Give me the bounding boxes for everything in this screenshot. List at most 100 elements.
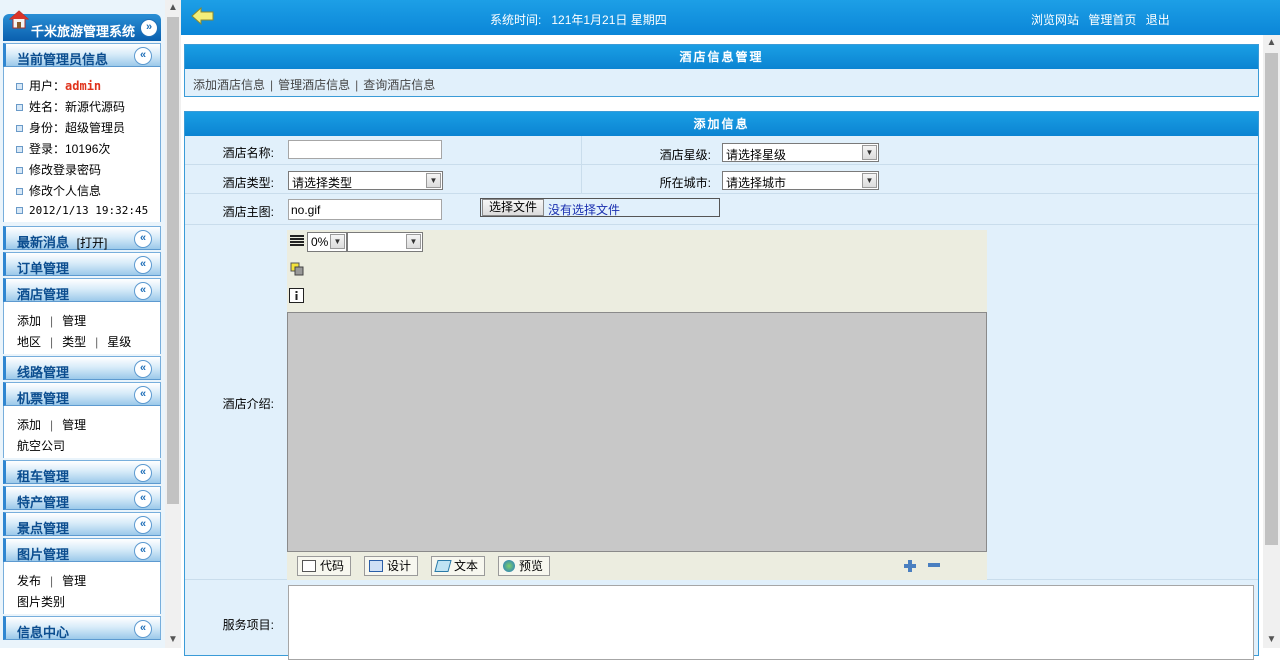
browse-site-link[interactable]: 浏览网站 bbox=[1031, 13, 1079, 27]
form-row-name-star: 酒店名称: 酒店星级: 请选择星级 ▼ bbox=[185, 136, 1258, 165]
change-info-link[interactable]: 修改个人信息 bbox=[16, 182, 101, 199]
admin-name: 姓名：新源代源码 bbox=[16, 98, 125, 115]
plus-icon[interactable] bbox=[904, 560, 916, 572]
routes-title: 线路管理 bbox=[17, 365, 70, 380]
collapse-icon[interactable]: « bbox=[134, 464, 152, 482]
minus-icon[interactable] bbox=[928, 562, 940, 568]
tickets-links-row1: 添加 | 管理 bbox=[17, 418, 87, 432]
news-toggle[interactable]: [打开] bbox=[77, 236, 108, 250]
hotel-manage-link[interactable]: 管理 bbox=[62, 314, 86, 328]
text-view-button[interactable]: 文本 bbox=[431, 556, 486, 576]
collapse-icon[interactable]: « bbox=[134, 542, 152, 560]
collapse-icon[interactable]: « bbox=[134, 47, 152, 65]
hotel-region-link[interactable]: 地区 bbox=[17, 335, 41, 349]
main-scrollbar[interactable]: ▲ ▼ bbox=[1263, 35, 1280, 648]
hotel-header[interactable]: 酒店管理 « bbox=[3, 278, 161, 302]
back-arrow-icon[interactable] bbox=[191, 7, 215, 25]
bullet-icon bbox=[16, 188, 23, 196]
bullet-icon bbox=[16, 83, 23, 91]
admin-info-header[interactable]: 当前管理员信息 « bbox=[3, 43, 161, 67]
design-view-button[interactable]: 设计 bbox=[364, 556, 419, 576]
code-icon bbox=[302, 560, 316, 572]
scenic-header[interactable]: 景点管理 « bbox=[3, 512, 161, 536]
hotel-name-input[interactable] bbox=[288, 140, 442, 159]
car-title: 租车管理 bbox=[17, 469, 70, 484]
images-links-row2: 图片类别 bbox=[17, 593, 65, 610]
images-publish-link[interactable]: 发布 bbox=[17, 574, 41, 588]
hotel-type-link[interactable]: 类型 bbox=[62, 335, 86, 349]
hotel-title: 酒店管理 bbox=[17, 287, 70, 302]
form-row-services: 服务项目: bbox=[185, 580, 1258, 660]
info-center-header[interactable]: 信息中心 « bbox=[3, 616, 161, 640]
services-label: 服务项目: bbox=[222, 618, 274, 632]
airline-link[interactable]: 航空公司 bbox=[17, 439, 65, 453]
app-header: 千米旅游管理系统 » bbox=[3, 10, 161, 41]
collapse-icon[interactable]: « bbox=[134, 282, 152, 300]
collapse-icon[interactable]: « bbox=[134, 490, 152, 508]
form-row-type-city: 酒店类型: 请选择类型 ▼ 所在城市: 请选择城市 ▼ bbox=[185, 165, 1258, 194]
highlight-icon[interactable] bbox=[290, 262, 304, 276]
editor-content-area[interactable] bbox=[287, 312, 987, 552]
choose-file-button[interactable]: 选择文件 bbox=[482, 199, 545, 216]
system-time-label: 系统时间: bbox=[490, 13, 542, 27]
image-category-link[interactable]: 图片类别 bbox=[17, 595, 65, 609]
code-view-button[interactable]: 代码 bbox=[297, 556, 352, 576]
info-icon[interactable] bbox=[289, 288, 304, 303]
scroll-down-icon[interactable]: ▼ bbox=[1263, 632, 1280, 648]
tickets-menu-body: 添加 | 管理 航空公司 bbox=[3, 406, 161, 458]
bullet-icon bbox=[16, 125, 23, 133]
admin-home-link[interactable]: 管理首页 bbox=[1088, 13, 1136, 27]
tickets-manage-link[interactable]: 管理 bbox=[62, 418, 86, 432]
scroll-up-icon[interactable]: ▲ bbox=[165, 0, 181, 16]
add-hotel-link[interactable]: 添加酒店信息 bbox=[193, 78, 265, 92]
hotel-add-link[interactable]: 添加 bbox=[17, 314, 41, 328]
manage-hotel-link[interactable]: 管理酒店信息 bbox=[278, 78, 350, 92]
zoom-select[interactable]: 0% ▼ bbox=[307, 232, 347, 252]
collapse-icon[interactable]: « bbox=[134, 620, 152, 638]
images-header[interactable]: 图片管理 « bbox=[3, 538, 161, 562]
routes-header[interactable]: 线路管理 « bbox=[3, 356, 161, 380]
info-center-title: 信息中心 bbox=[17, 625, 70, 640]
tickets-header[interactable]: 机票管理 « bbox=[3, 382, 161, 406]
collapse-icon[interactable]: « bbox=[134, 516, 152, 534]
collapse-all-icon[interactable]: » bbox=[140, 19, 158, 37]
collapse-icon[interactable]: « bbox=[134, 230, 152, 248]
hotel-links-row2: 地区 | 类型 | 星级 bbox=[17, 335, 132, 349]
hotel-type-select[interactable]: 请选择类型 ▼ bbox=[288, 171, 443, 190]
images-menu-body: 发布 | 管理 图片类别 bbox=[3, 562, 161, 614]
images-manage-link[interactable]: 管理 bbox=[62, 574, 86, 588]
change-password-link[interactable]: 修改登录密码 bbox=[16, 161, 101, 178]
hotel-city-select[interactable]: 请选择城市 ▼ bbox=[722, 171, 879, 190]
orders-header[interactable]: 订单管理 « bbox=[3, 252, 161, 276]
hotel-star-link[interactable]: 星级 bbox=[107, 335, 131, 349]
bullet-icon bbox=[16, 104, 23, 112]
format-select[interactable]: ▼ bbox=[347, 232, 423, 252]
preview-button[interactable]: 预览 bbox=[498, 556, 551, 576]
scroll-up-icon[interactable]: ▲ bbox=[1263, 35, 1280, 51]
hotel-info-panel: 酒店信息管理 添加酒店信息 | 管理酒店信息 | 查询酒店信息 bbox=[184, 44, 1259, 97]
hotel-star-select[interactable]: 请选择星级 ▼ bbox=[722, 143, 879, 162]
file-picker[interactable]: 选择文件 没有选择文件 bbox=[480, 198, 720, 217]
news-header[interactable]: 最新消息 [打开] « bbox=[3, 226, 161, 250]
align-icon[interactable] bbox=[290, 235, 304, 247]
services-textarea[interactable] bbox=[288, 585, 1254, 660]
sidebar-scroll-thumb[interactable] bbox=[167, 17, 179, 504]
column-divider bbox=[581, 165, 582, 193]
sidebar-scrollbar[interactable]: ▲ ▼ bbox=[165, 0, 181, 648]
hotel-image-input[interactable] bbox=[288, 199, 442, 220]
search-hotel-link[interactable]: 查询酒店信息 bbox=[363, 78, 435, 92]
specialty-title: 特产管理 bbox=[17, 495, 70, 510]
collapse-icon[interactable]: « bbox=[134, 256, 152, 274]
logout-link[interactable]: 退出 bbox=[1146, 13, 1170, 27]
admin-username: admin bbox=[65, 79, 102, 93]
specialty-header[interactable]: 特产管理 « bbox=[3, 486, 161, 510]
main-scroll-thumb[interactable] bbox=[1265, 53, 1278, 545]
tickets-title: 机票管理 bbox=[17, 391, 70, 406]
chevron-down-icon: ▼ bbox=[406, 234, 421, 249]
car-header[interactable]: 租车管理 « bbox=[3, 460, 161, 484]
collapse-icon[interactable]: « bbox=[134, 386, 152, 404]
tickets-add-link[interactable]: 添加 bbox=[17, 418, 41, 432]
scroll-down-icon[interactable]: ▼ bbox=[165, 632, 181, 648]
collapse-icon[interactable]: « bbox=[134, 360, 152, 378]
chevron-down-icon: ▼ bbox=[426, 173, 441, 188]
